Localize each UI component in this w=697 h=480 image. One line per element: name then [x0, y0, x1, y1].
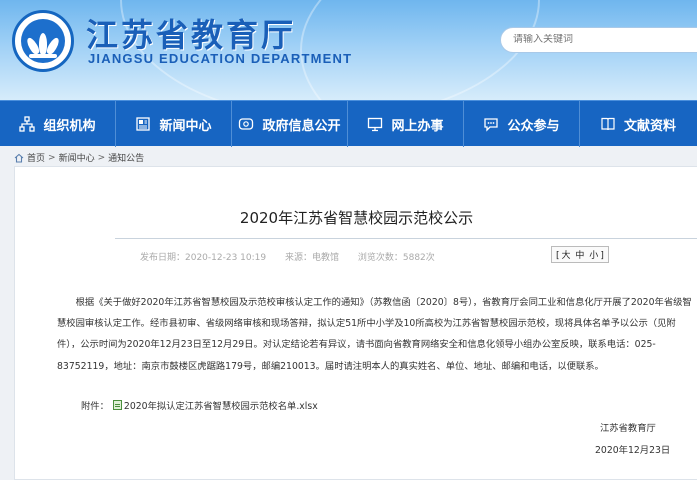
- breadcrumb-separator: >: [48, 152, 56, 163]
- home-icon: [14, 153, 24, 163]
- nav-label: 新闻中心: [159, 118, 212, 134]
- title-divider: [115, 238, 697, 239]
- attachment-label: 附件：: [81, 401, 109, 412]
- main-nav: 组织机构 新闻中心 政府信息公开 网上办事 公众参与 文献资料: [0, 100, 697, 147]
- site-title: 江苏省教育厅: [86, 16, 297, 54]
- search-box[interactable]: [500, 27, 697, 53]
- font-size-bracket: [: [556, 251, 560, 261]
- nav-label: 文献资料: [623, 118, 676, 134]
- view-count: 浏览次数：5882次: [357, 253, 435, 263]
- site-subtitle: JIANGSU EDUCATION DEPARTMENT: [88, 51, 353, 66]
- nav-item-documents[interactable]: 文献资料: [580, 101, 696, 147]
- publish-date: 发布日期：2020-12-23 10:19: [140, 253, 267, 263]
- font-size-control: [大 中 小]: [551, 246, 609, 263]
- article-panel: 2020年江苏省智慧校园示范校公示 发布日期：2020-12-23 10:19 …: [14, 166, 697, 480]
- lotus-emblem-icon: [21, 19, 65, 63]
- breadcrumb-home[interactable]: 首页: [27, 151, 45, 164]
- nav-label: 公众参与: [507, 118, 560, 134]
- breadcrumb-notice[interactable]: 通知公告: [108, 151, 144, 164]
- article-meta: 发布日期：2020-12-23 10:19 来源：电教馆 浏览次数：5882次: [140, 250, 451, 263]
- org-chart-icon: [19, 116, 36, 132]
- nav-item-online-service[interactable]: 网上办事: [348, 101, 464, 147]
- article-source: 来源：电教馆: [284, 253, 339, 263]
- site-header: 江苏省教育厅 JIANGSU EDUCATION DEPARTMENT: [0, 0, 697, 100]
- signature-org: 江苏省教育厅: [600, 423, 656, 434]
- nav-label: 网上办事: [391, 118, 444, 134]
- nav-label: 组织机构: [43, 118, 96, 134]
- gov-info-icon: [239, 118, 254, 130]
- attachment-row: 附件： 2020年拟认定江苏省智慧校园示范校名单.xlsx: [81, 398, 318, 412]
- article-body: 根据《关于做好2020年江苏省智慧校园及示范校审核认定工作的通知》（苏教信函〔2…: [57, 297, 692, 372]
- font-size-medium-button[interactable]: 中: [575, 251, 584, 261]
- monitor-icon: [368, 117, 383, 132]
- news-icon: [136, 117, 151, 131]
- breadcrumb-separator: >: [97, 152, 106, 163]
- nav-item-public-participation[interactable]: 公众参与: [464, 101, 580, 147]
- nav-item-org[interactable]: 组织机构: [0, 101, 116, 147]
- nav-label: 政府信息公开: [262, 118, 341, 134]
- font-size-large-button[interactable]: 大: [562, 251, 571, 261]
- signature-date: 2020年12月23日: [595, 445, 671, 456]
- article-title: 2020年江苏省智慧校园示范校公示: [239, 209, 474, 227]
- search-input[interactable]: [513, 34, 673, 45]
- breadcrumb-news[interactable]: 新闻中心: [59, 151, 95, 164]
- book-icon: [601, 117, 615, 131]
- education-dept-logo[interactable]: [12, 10, 74, 72]
- font-size-bracket: ]: [600, 251, 604, 261]
- excel-file-icon: [112, 400, 122, 410]
- chat-icon: [484, 118, 499, 132]
- nav-item-news[interactable]: 新闻中心: [116, 101, 232, 147]
- font-size-small-button[interactable]: 小: [589, 251, 598, 261]
- nav-item-gov-info[interactable]: 政府信息公开: [232, 101, 348, 147]
- breadcrumb: 首页 > 新闻中心 > 通知公告: [14, 151, 144, 164]
- attachment-link[interactable]: 2020年拟认定江苏省智慧校园示范校名单.xlsx: [124, 398, 318, 412]
